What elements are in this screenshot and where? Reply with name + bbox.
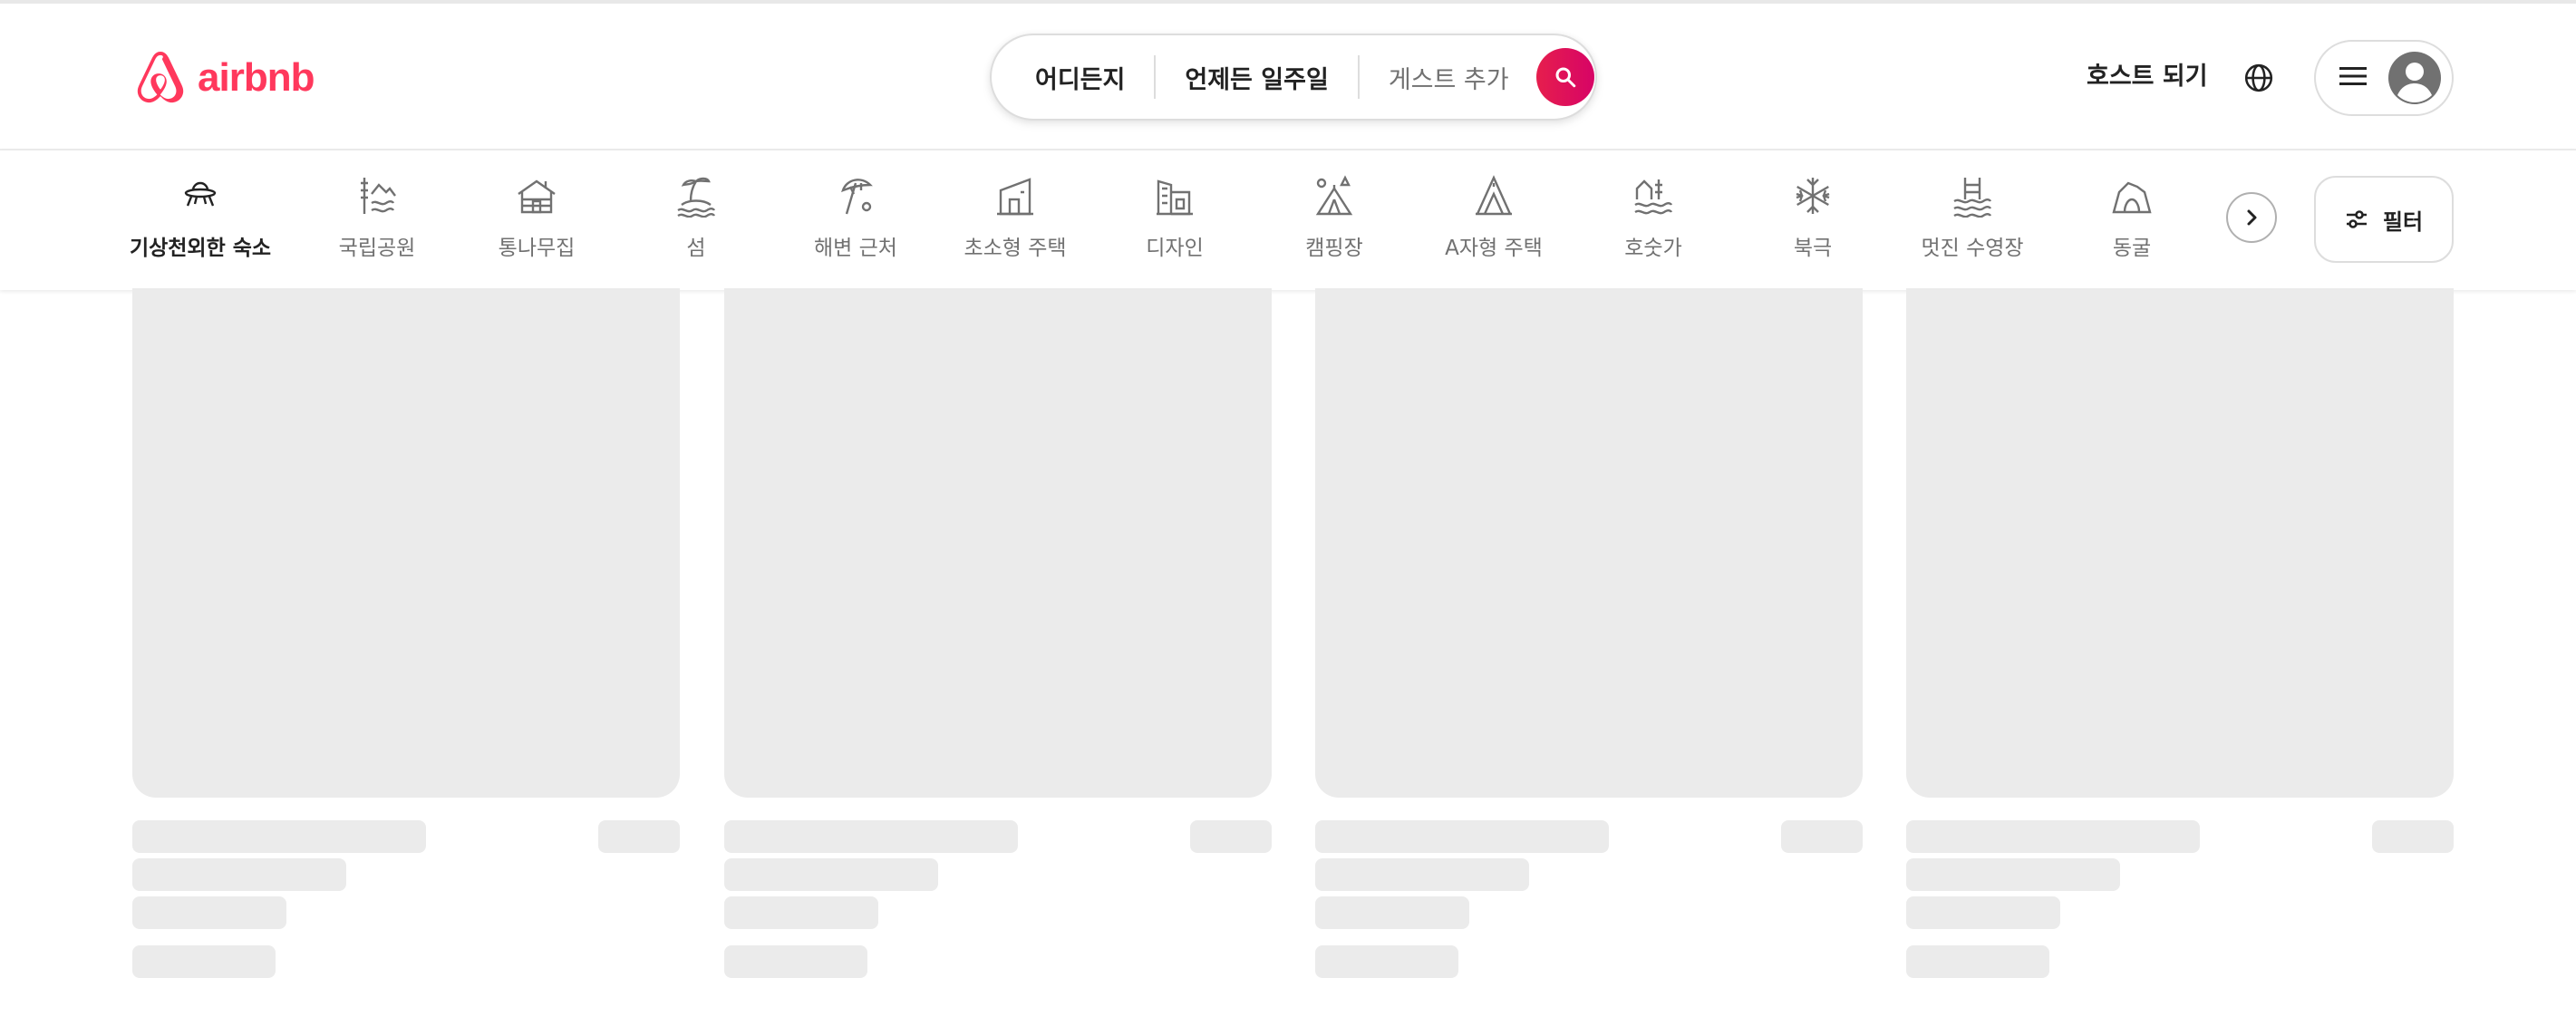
filter-label: 필터 [2382,208,2424,235]
island-icon [674,174,718,218]
category-item-arctic[interactable]: 북극 [1749,174,1876,290]
rating-skeleton [1190,820,1272,853]
listing-image-placeholder [1315,288,1863,798]
avatar-icon [2388,52,2441,104]
category-label: 캠핑장 [1305,237,1363,260]
listing-image-placeholder [1906,288,2454,798]
category-item-amazing-pools[interactable]: 멋진 수영장 [1909,174,2036,290]
category-item-tiny-homes[interactable]: 초소형 주택 [952,174,1079,290]
hamburger-icon [2339,65,2367,91]
category-label: 해변 근처 [814,237,897,260]
become-host-link[interactable]: 호스트 되기 [2072,49,2223,105]
category-label: 멋진 수영장 [1921,237,2024,260]
title-skeleton [724,820,1018,853]
category-item-cabins[interactable]: 통나무집 [473,174,600,290]
subtitle-skeleton [724,858,938,891]
header: airbnb 어디든지 언제든 일주일 게스트 추가 호스트 되기 [0,4,2576,150]
chevron-right-icon [2247,209,2257,226]
subtitle-skeleton [1315,858,1529,891]
airbnb-logo[interactable]: airbnb [132,47,315,109]
category-next-button[interactable] [2226,192,2277,243]
logo-text: airbnb [198,55,315,100]
date-skeleton [1906,896,2060,929]
category-label: 통나무집 [498,237,576,260]
category-label: 북극 [1793,237,1833,260]
category-item-amazing-places[interactable]: 기상천외한 숙소 [129,174,272,292]
listing-card-placeholder [1315,288,1863,798]
category-bar: 기상천외한 숙소 국립공원 통나무집 섬 해변 근처 초소형 주택 디자인 캠핑… [0,150,2576,292]
date-skeleton [1315,896,1469,929]
search-icon [1555,67,1575,88]
category-item-caves[interactable]: 동굴 [2068,174,2195,290]
category-item-design[interactable]: 디자인 [1111,174,1238,290]
category-label: 동굴 [2112,237,2152,260]
language-button[interactable] [2239,58,2279,98]
category-label: 초소형 주택 [964,237,1067,260]
listing-card-placeholder [724,288,1272,798]
globe-icon [2244,63,2273,92]
category-label: 디자인 [1146,237,1204,260]
price-skeleton [1906,945,2049,978]
camping-icon [1312,174,1356,218]
price-skeleton [132,945,276,978]
search-button[interactable] [1535,48,1594,106]
category-item-a-frames[interactable]: A자형 주택 [1430,174,1557,290]
category-item-lakefront[interactable]: 호숫가 [1590,174,1717,290]
date-skeleton [132,896,286,929]
design-icon [1153,174,1196,218]
listing-card-placeholder [132,288,680,798]
rating-skeleton [1781,820,1863,853]
airbnb-logo-icon [137,51,184,103]
ufo-icon [179,174,222,218]
a-frame-icon [1472,174,1516,218]
beach-umbrella-icon [834,174,877,218]
category-label: 섬 [686,237,706,260]
title-skeleton [1906,820,2200,853]
category-label: 국립공원 [338,237,416,260]
title-skeleton [1315,820,1609,853]
rating-skeleton [598,820,680,853]
category-label: 기상천외한 숙소 [129,237,272,260]
price-skeleton [724,945,867,978]
category-item-national-parks[interactable]: 국립공원 [314,174,441,290]
snowflake-icon [1791,174,1835,218]
listing-image-placeholder [132,288,680,798]
title-skeleton [132,820,426,853]
search-when[interactable]: 언제든 일주일 [1156,34,1357,121]
tiny-home-icon [993,174,1037,218]
rating-skeleton [2372,820,2454,853]
date-skeleton [724,896,878,929]
pool-icon [1951,174,1994,218]
category-item-camping[interactable]: 캠핑장 [1271,174,1398,290]
search-guests[interactable]: 게스트 추가 [1360,34,1536,121]
listing-image-placeholder [724,288,1272,798]
search-where[interactable]: 어디든지 [992,34,1154,121]
category-item-islands[interactable]: 섬 [633,174,760,290]
subtitle-skeleton [1906,858,2120,891]
category-item-beachfront[interactable]: 해변 근처 [792,174,919,290]
subtitle-skeleton [132,858,346,891]
national-park-icon [355,174,399,218]
category-label: A자형 주택 [1445,237,1543,260]
profile-menu-button[interactable] [2314,40,2454,116]
category-label: 호숫가 [1624,237,1682,260]
listing-card-placeholder [1906,288,2454,798]
cave-icon [2110,174,2154,218]
lakefront-icon [1632,174,1675,218]
search-bar[interactable]: 어디든지 언제든 일주일 게스트 추가 [990,34,1597,121]
price-skeleton [1315,945,1458,978]
cabin-icon [515,174,558,218]
filter-button[interactable]: 필터 [2314,176,2454,263]
sliders-icon [2346,210,2367,228]
